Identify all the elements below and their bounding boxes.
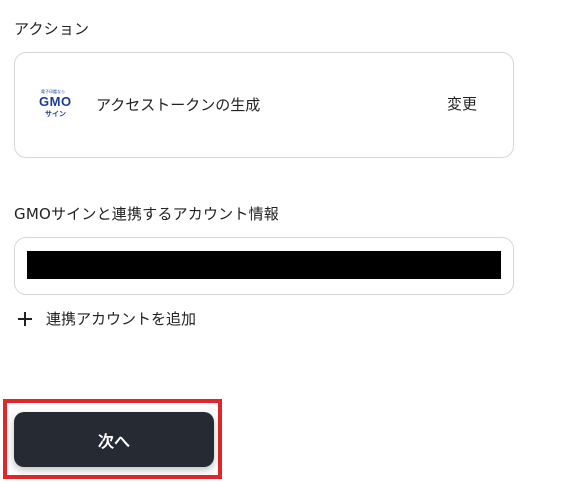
redacted-account-value (27, 251, 501, 279)
gmo-logo-sub: サイン (45, 110, 66, 118)
gmo-logo-brand: GMO (39, 94, 72, 109)
action-card[interactable]: 電子印鑑なら GMO サイン アクセストークンの生成 変更 (14, 52, 514, 158)
account-section-title: GMOサインと連携するアカウント情報 (14, 205, 279, 223)
add-account-label: 連携アカウントを追加 (46, 310, 197, 328)
add-account-button[interactable]: 連携アカウントを追加 (16, 308, 196, 329)
account-select[interactable] (14, 237, 514, 295)
next-button[interactable]: 次へ (14, 412, 214, 467)
plus-icon (16, 310, 34, 328)
action-section-title: アクション (14, 20, 90, 38)
change-action-button[interactable]: 変更 (441, 89, 483, 118)
action-name: アクセストークンの生成 (96, 96, 261, 114)
gmo-sign-logo: 電子印鑑なら GMO サイン (37, 89, 83, 121)
